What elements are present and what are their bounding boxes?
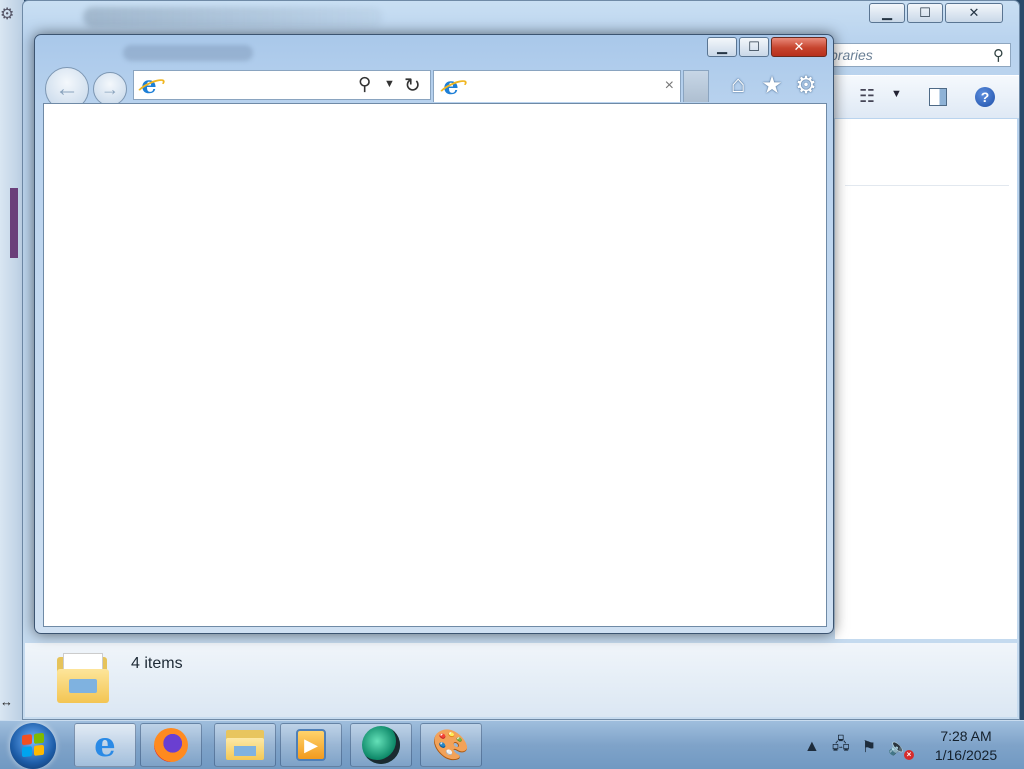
ie-title-blurred (123, 45, 253, 61)
chevron-down-icon[interactable]: ▼ (384, 78, 395, 90)
windows-logo-icon (22, 732, 44, 758)
preview-pane-icon[interactable] (929, 88, 947, 106)
search-icon[interactable]: ⚲ (993, 46, 1004, 64)
gear-icon: ⚙ (0, 6, 15, 23)
explorer-command-bar: ☷ ▼ ? (823, 75, 1019, 118)
chevron-down-icon[interactable]: ▼ (891, 88, 902, 100)
explorer-window-controls: ▁ ☐ ✕ (869, 3, 1003, 23)
forward-arrow-icon: → (101, 78, 119, 99)
taskbar-green-app-button[interactable] (350, 723, 412, 767)
taskbar-firefox-button[interactable] (140, 723, 202, 767)
column-divider (845, 185, 1009, 186)
taskbar: e ▶ 🎨 ▲ 🖧 ⚑ 🔈 × 7:28 AM 1/16/2025 (0, 720, 1024, 769)
close-button[interactable]: ✕ (945, 3, 1003, 23)
system-tray: ▲ 🖧 ⚑ 🔈 × (804, 733, 914, 760)
ie-icon: e (94, 725, 116, 765)
explorer-details-pane: 4 items (25, 643, 1017, 717)
library-folder-icon (57, 653, 109, 703)
firefox-icon (154, 728, 188, 762)
taskbar-ie-button[interactable]: e (74, 723, 136, 767)
close-button[interactable]: ✕ (771, 37, 827, 57)
clock[interactable]: 7:28 AM 1/16/2025 (924, 727, 1008, 765)
new-tab-button[interactable] (683, 70, 709, 102)
taskbar-explorer-button[interactable] (214, 723, 276, 767)
browser-tab[interactable]: e × (433, 70, 681, 102)
settings-gear-icon[interactable]: ⚙ (793, 71, 819, 100)
ie-window: ▁ ☐ ✕ ← → e ⚲ ▼ ↻ e × ⌂ ★ ⚙ (34, 34, 834, 634)
tab-favicon-icon: e (440, 74, 462, 98)
desktop-edge: ⚙ ↔ (0, 0, 24, 720)
taskbar-paint-button[interactable]: 🎨 (420, 723, 482, 767)
forward-button[interactable]: → (93, 72, 127, 106)
search-icon[interactable]: ⚲ (358, 74, 371, 95)
network-icon[interactable]: 🖧 (832, 733, 850, 760)
explorer-search-input[interactable]: braries ⚲ (823, 43, 1011, 67)
explorer-content-pane (835, 119, 1017, 639)
folder-icon (226, 730, 264, 760)
minimize-button[interactable]: ▁ (869, 3, 905, 23)
address-bar[interactable]: e ⚲ ▼ ↻ (133, 70, 431, 100)
change-view-icon[interactable]: ☷ (859, 86, 875, 107)
items-count: 4 items (131, 655, 183, 672)
show-hidden-icons-icon[interactable]: ▲ (804, 738, 820, 756)
home-icon[interactable]: ⌂ (725, 71, 751, 100)
start-button[interactable] (10, 723, 56, 769)
desktop-accent (10, 188, 18, 258)
clock-time: 7:28 AM (940, 728, 992, 744)
media-player-icon: ▶ (296, 729, 326, 761)
clock-date: 1/16/2025 (934, 747, 998, 763)
back-arrow-icon: ← (55, 75, 79, 102)
page-viewport[interactable] (43, 103, 827, 627)
resize-arrows-icon: ↔ (0, 694, 13, 709)
ie-toolbar: ⌂ ★ ⚙ (725, 71, 819, 100)
maximize-button[interactable]: ☐ (739, 37, 769, 57)
speaker-muted-icon[interactable]: 🔈 × (888, 737, 914, 760)
refresh-icon[interactable]: ↻ (404, 73, 421, 98)
taskbar-media-player-button[interactable]: ▶ (280, 723, 342, 767)
minimize-button[interactable]: ▁ (707, 37, 737, 57)
close-tab-icon[interactable]: × (665, 77, 674, 95)
maximize-button[interactable]: ☐ (907, 3, 943, 23)
favorites-icon[interactable]: ★ (759, 71, 785, 100)
action-center-flag-icon[interactable]: ⚑ (862, 737, 876, 757)
search-placeholder: braries (830, 47, 873, 63)
explorer-title-blurred (83, 7, 383, 27)
ie-icon: e (138, 73, 160, 97)
green-app-icon (362, 726, 400, 764)
paint-icon: 🎨 (432, 728, 470, 762)
help-icon[interactable]: ? (975, 87, 995, 107)
ie-window-controls: ▁ ☐ ✕ (707, 37, 827, 57)
